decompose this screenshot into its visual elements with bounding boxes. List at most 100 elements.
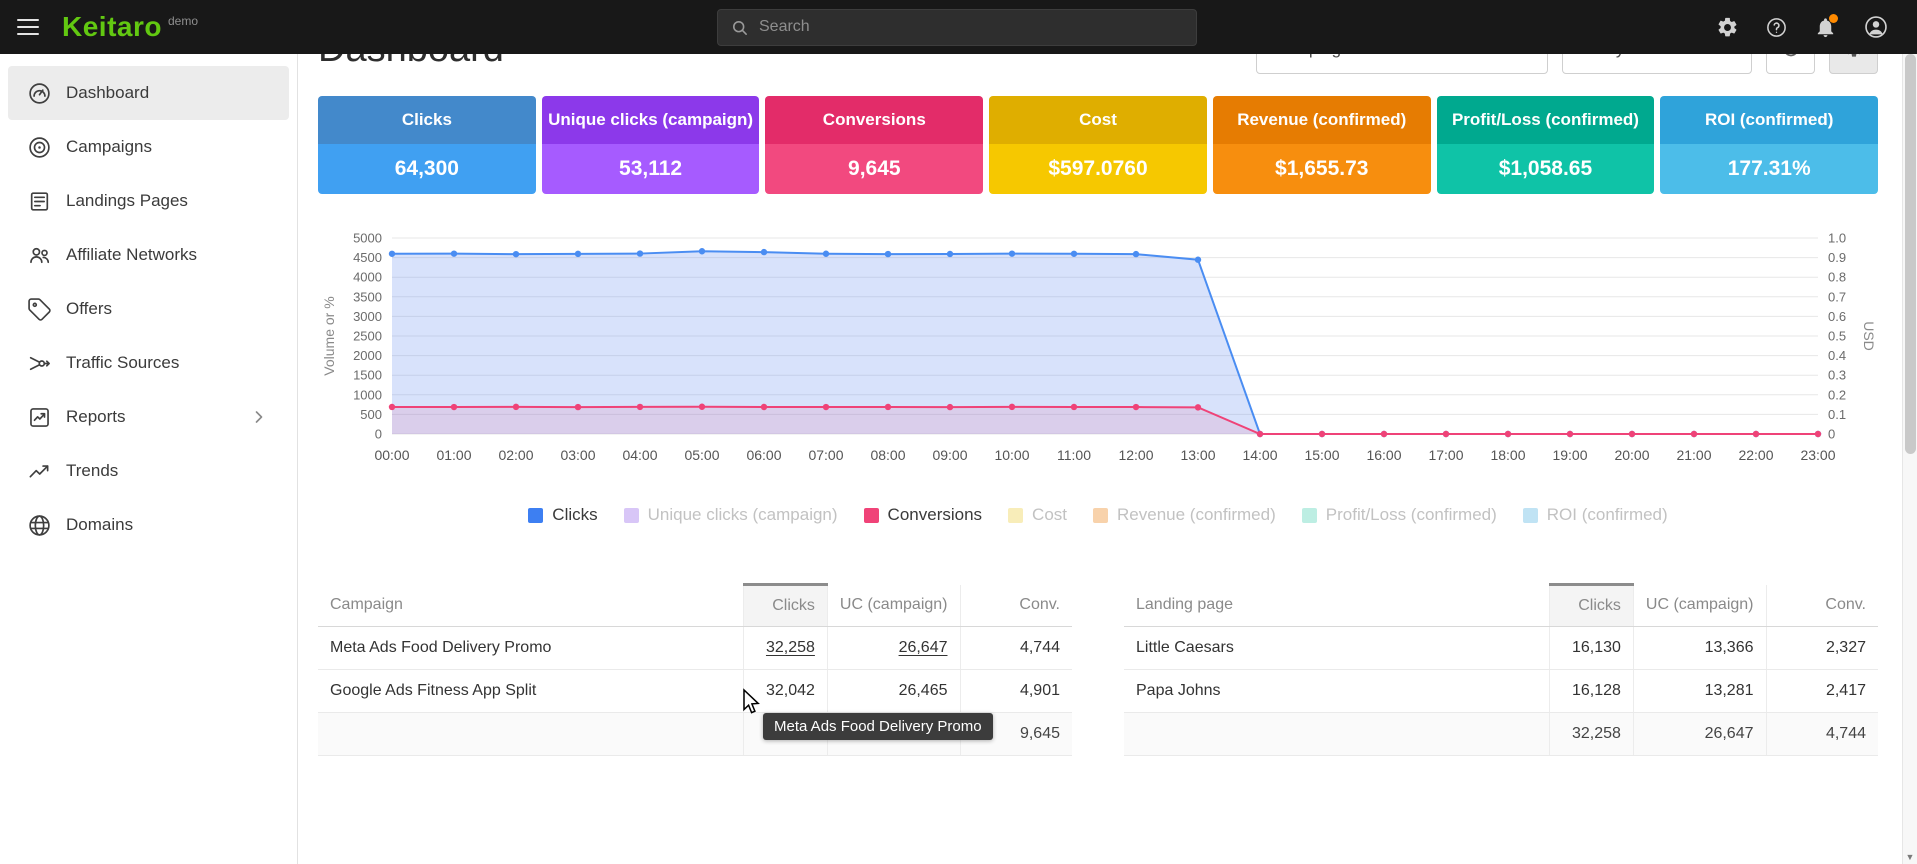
svg-text:0: 0 — [1828, 427, 1835, 442]
column-header-conv[interactable]: Conv. — [960, 585, 1072, 627]
svg-text:1000: 1000 — [353, 387, 382, 402]
totals-conv-cell: 4,744 — [1766, 713, 1878, 756]
svg-text:03:00: 03:00 — [560, 447, 595, 463]
sidebar-item-label: Traffic Sources — [66, 353, 179, 373]
scrollbar[interactable]: ▼ — [1902, 54, 1917, 864]
svg-text:05:00: 05:00 — [684, 447, 719, 463]
domains-icon — [26, 512, 52, 538]
metric-label: Unique clicks (campaign) — [542, 96, 760, 144]
metric-label: ROI (confirmed) — [1660, 96, 1878, 144]
conversions-cell: 4,744 — [960, 627, 1072, 670]
totals-empty-cell — [318, 713, 743, 756]
campaign-name-cell[interactable]: Google Ads Fitness App Split — [318, 670, 743, 713]
legend-swatch — [528, 508, 543, 523]
svg-text:15:00: 15:00 — [1304, 447, 1339, 463]
svg-text:08:00: 08:00 — [870, 447, 905, 463]
sidebar-item-traffic-sources[interactable]: Traffic Sources — [8, 336, 289, 390]
sidebar-item-landings-pages[interactable]: Landings Pages — [8, 174, 289, 228]
svg-text:0: 0 — [375, 427, 382, 442]
column-header-uc-campaign[interactable]: UC (campaign) — [827, 585, 960, 627]
scrollbar-down-arrow[interactable]: ▼ — [1903, 852, 1917, 862]
search-bar — [717, 9, 1197, 46]
trends-icon — [26, 458, 52, 484]
search-input[interactable] — [759, 18, 1184, 36]
legend-label: Cost — [1032, 505, 1067, 525]
landing-page-name-cell[interactable]: Little Caesars — [1124, 627, 1549, 670]
column-header-clicks[interactable]: Clicks — [1549, 585, 1633, 627]
svg-text:0.6: 0.6 — [1828, 309, 1846, 324]
legend-item-profit-loss-confirmed[interactable]: Profit/Loss (confirmed) — [1302, 505, 1497, 525]
legend-item-conversions[interactable]: Conversions — [864, 505, 983, 525]
column-header-clicks[interactable]: Clicks — [743, 585, 827, 627]
landings-pages-icon — [26, 188, 52, 214]
metric-card-cost: Cost $597.0760 — [989, 96, 1207, 194]
legend-item-roi-confirmed[interactable]: ROI (confirmed) — [1523, 505, 1668, 525]
sidebar-item-offers[interactable]: Offers — [8, 282, 289, 336]
legend-label: Profit/Loss (confirmed) — [1326, 505, 1497, 525]
settings-gear-button[interactable] — [1716, 16, 1739, 39]
campaign-row[interactable]: Meta Ads Food Delivery Promo 32,258 26,6… — [318, 627, 1072, 670]
sidebar-item-dashboard[interactable]: Dashboard — [8, 66, 289, 120]
landing-page-row[interactable]: Little Caesars 16,130 13,366 2,327 — [1124, 627, 1878, 670]
sidebar-item-reports[interactable]: Reports — [8, 390, 289, 444]
metric-card-profit-loss-confirmed: Profit/Loss (confirmed) $1,058.65 — [1437, 96, 1655, 194]
legend-item-clicks[interactable]: Clicks — [528, 505, 597, 525]
landing-page-row[interactable]: Papa Johns 16,128 13,281 2,417 — [1124, 670, 1878, 713]
svg-text:1.0: 1.0 — [1828, 231, 1846, 246]
metric-card-unique-clicks-campaign: Unique clicks (campaign) 53,112 — [542, 96, 760, 194]
totals-clicks-cell: 32,258 — [1549, 713, 1633, 756]
traffic-chart[interactable]: 0500100015002000250030003500400045005000… — [318, 224, 1878, 476]
metric-card-roi-confirmed: ROI (confirmed) 177.31% — [1660, 96, 1878, 194]
affiliate-networks-icon — [26, 242, 52, 268]
campaign-name-cell[interactable]: Meta Ads Food Delivery Promo — [318, 627, 743, 670]
logo-badge: demo — [168, 14, 198, 28]
conversions-cell: 4,901 — [960, 670, 1072, 713]
svg-text:4500: 4500 — [353, 250, 382, 265]
legend-item-cost[interactable]: Cost — [1008, 505, 1067, 525]
metric-card-clicks: Clicks 64,300 — [318, 96, 536, 194]
column-header-landing-page[interactable]: Landing page — [1124, 585, 1549, 627]
chart-legend: Clicks Unique clicks (campaign) Conversi… — [318, 505, 1878, 525]
legend-item-revenue-confirmed[interactable]: Revenue (confirmed) — [1093, 505, 1276, 525]
svg-text:2000: 2000 — [353, 348, 382, 363]
tooltip: Meta Ads Food Delivery Promo — [763, 713, 993, 740]
column-header-conv[interactable]: Conv. — [1766, 585, 1878, 627]
app-logo[interactable]: Keitaro demo — [62, 12, 198, 42]
svg-text:Volume or %: Volume or % — [321, 296, 337, 375]
search-icon — [730, 18, 749, 37]
totals-uc-cell: 26,647 — [1633, 713, 1766, 756]
metric-cards-row: Clicks 64,300 Unique clicks (campaign) 5… — [318, 96, 1878, 194]
sidebar-item-domains[interactable]: Domains — [8, 498, 289, 552]
legend-item-unique-clicks-campaign[interactable]: Unique clicks (campaign) — [624, 505, 838, 525]
help-button[interactable] — [1765, 16, 1788, 39]
conversions-cell: 2,417 — [1766, 670, 1878, 713]
svg-text:21:00: 21:00 — [1676, 447, 1711, 463]
column-header-uc-campaign[interactable]: UC (campaign) — [1633, 585, 1766, 627]
hamburger-menu-button[interactable] — [0, 0, 56, 54]
svg-text:0.8: 0.8 — [1828, 270, 1846, 285]
svg-text:0.4: 0.4 — [1828, 348, 1846, 363]
legend-swatch — [1008, 508, 1023, 523]
campaign-row[interactable]: Google Ads Fitness App Split 32,042 26,4… — [318, 670, 1072, 713]
dashboard-icon — [26, 80, 52, 106]
sidebar-item-campaigns[interactable]: Campaigns — [8, 120, 289, 174]
svg-text:3500: 3500 — [353, 289, 382, 304]
landing-page-name-cell[interactable]: Papa Johns — [1124, 670, 1549, 713]
legend-label: Conversions — [888, 505, 983, 525]
conversions-cell: 2,327 — [1766, 627, 1878, 670]
user-avatar-icon — [1863, 14, 1889, 40]
account-button[interactable] — [1863, 14, 1889, 40]
scrollbar-thumb[interactable] — [1905, 54, 1916, 454]
svg-text:06:00: 06:00 — [746, 447, 781, 463]
clicks-cell: 32,258 — [743, 627, 827, 670]
svg-text:09:00: 09:00 — [932, 447, 967, 463]
notifications-button[interactable] — [1814, 16, 1837, 39]
uc-campaign-cell: 26,465 — [827, 670, 960, 713]
svg-text:0.9: 0.9 — [1828, 250, 1846, 265]
metric-card-revenue-confirmed: Revenue (confirmed) $1,655.73 — [1213, 96, 1431, 194]
sidebar-item-affiliate-networks[interactable]: Affiliate Networks — [8, 228, 289, 282]
column-header-campaign[interactable]: Campaign — [318, 585, 743, 627]
sidebar-item-trends[interactable]: Trends — [8, 444, 289, 498]
svg-text:0.7: 0.7 — [1828, 289, 1846, 304]
legend-swatch — [624, 508, 639, 523]
